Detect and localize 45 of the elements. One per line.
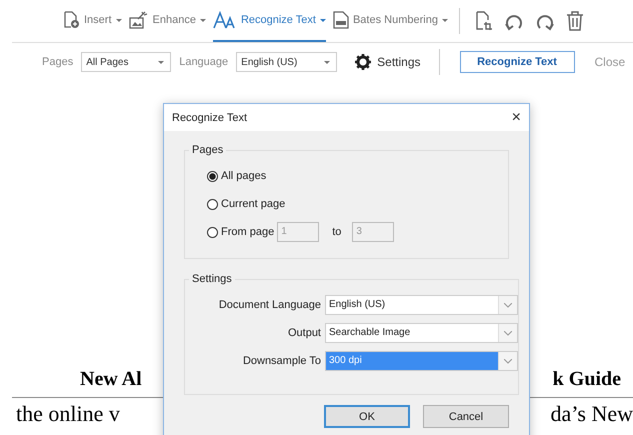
dialog-button[interactable]: OK bbox=[324, 405, 410, 428]
caret-icon bbox=[200, 18, 206, 22]
settings-button[interactable]: Settings bbox=[355, 54, 421, 70]
dropdown[interactable]: English (US) bbox=[325, 295, 518, 315]
page-crop-icon[interactable] bbox=[474, 11, 493, 31]
pages-dropdown[interactable]: All Pages bbox=[81, 52, 172, 72]
wand-image-icon bbox=[128, 11, 149, 29]
dialog-button[interactable]: Cancel bbox=[423, 405, 509, 428]
settings-icon bbox=[355, 54, 372, 70]
caret-icon bbox=[442, 18, 448, 22]
document-text: the online v bbox=[16, 401, 120, 427]
pages-label: Pages bbox=[42, 56, 74, 68]
trash-icon[interactable] bbox=[566, 11, 584, 31]
group-title: Pages bbox=[191, 144, 224, 156]
toolbar-tab[interactable]: Bates Numbering bbox=[332, 0, 448, 42]
radio-label[interactable]: All pages bbox=[221, 170, 266, 182]
language-label: Language bbox=[179, 56, 228, 68]
radio-button[interactable] bbox=[207, 198, 218, 210]
text-size-icon bbox=[212, 11, 237, 29]
dropdown[interactable]: Searchable Image bbox=[325, 323, 518, 343]
close-button[interactable]: × bbox=[512, 108, 521, 126]
toolbar-tab[interactable]: Insert bbox=[62, 0, 122, 42]
caret-icon bbox=[158, 60, 164, 64]
recognize-text-button[interactable]: Recognize Text bbox=[460, 51, 575, 73]
field-label: Downsample To bbox=[242, 355, 322, 367]
field-label: Document Language bbox=[218, 299, 322, 311]
toolbar-tab[interactable]: Enhance bbox=[128, 0, 206, 42]
caret-icon bbox=[116, 18, 122, 22]
document-heading: k Guide bbox=[552, 368, 621, 391]
numbered-page-icon bbox=[332, 11, 349, 29]
language-dropdown[interactable]: English (US) bbox=[236, 52, 338, 72]
toolbar-tab[interactable]: Recognize Text bbox=[212, 0, 326, 42]
group-title: Settings bbox=[191, 273, 233, 285]
document-text: da’s New bbox=[550, 401, 633, 427]
document-heading: New Al bbox=[80, 368, 142, 391]
caret-icon bbox=[320, 18, 326, 22]
page-plus-icon bbox=[62, 11, 80, 29]
field-label: Output bbox=[286, 327, 322, 339]
to-label: to bbox=[332, 226, 342, 238]
radio-button[interactable] bbox=[207, 170, 218, 182]
radio-button[interactable] bbox=[207, 226, 218, 238]
radio-label[interactable]: Current page bbox=[221, 198, 286, 210]
caret-icon bbox=[324, 60, 330, 64]
radio-label[interactable]: From page bbox=[221, 226, 274, 238]
dialog-title: Recognize Text bbox=[172, 112, 248, 124]
